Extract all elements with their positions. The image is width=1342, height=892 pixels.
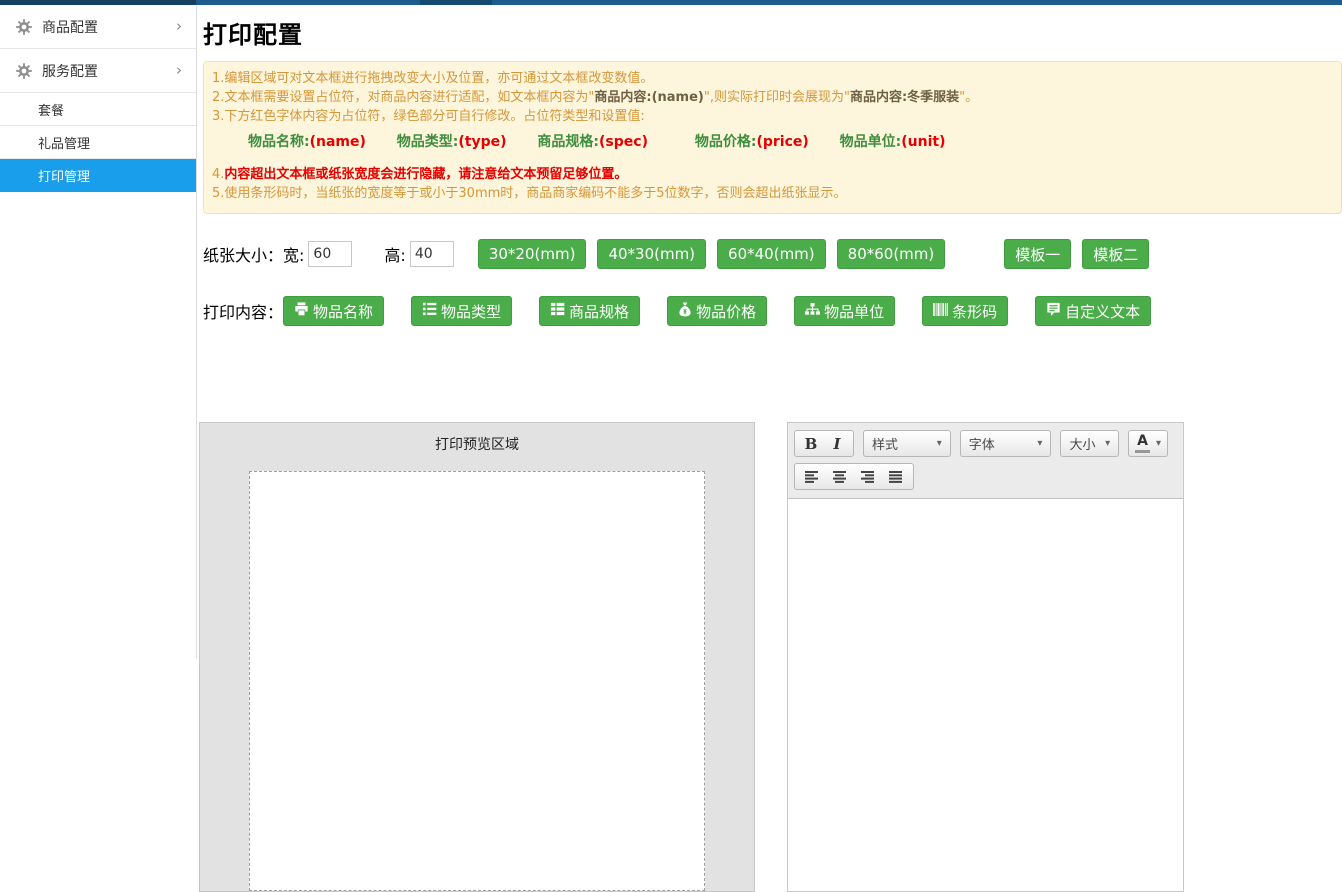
item-type-button[interactable]: 物品类型	[411, 296, 512, 326]
rich-text-editor: B I 样式 ▾ 字体 ▾ 大小 ▾	[787, 422, 1184, 892]
placeholder-list: 物品名称:(name) 物品类型:(type) 商品规格:(spec) 物品价格…	[248, 132, 1331, 153]
gear-icon	[16, 63, 32, 79]
chevron-down-icon: ▾	[1037, 438, 1042, 449]
item-spec-button[interactable]: 商品规格	[539, 296, 640, 326]
placeholder-spec: 商品规格:(spec)	[537, 132, 648, 153]
height-label: 高:	[384, 242, 405, 266]
money-bag-icon	[678, 302, 696, 321]
size-60x40-button[interactable]: 60*40(mm)	[717, 239, 826, 269]
size-40x30-button[interactable]: 40*30(mm)	[597, 239, 706, 269]
placeholder-price: 物品价格:(price)	[695, 132, 809, 153]
notice-line-1: 1.编辑区域可对文本框进行拖拽改变大小及位置，亦可通过文本框改变数值。	[212, 69, 1331, 88]
size-30x20-button[interactable]: 30*20(mm)	[478, 239, 587, 269]
sidebar-item-service-config[interactable]: 服务配置 ›	[0, 49, 196, 93]
page-title: 打印配置	[203, 15, 1342, 50]
align-center-button[interactable]	[826, 471, 854, 483]
bold-button[interactable]: B	[798, 435, 824, 453]
notice-line-4: 4.内容超出文本框或纸张宽度会进行隐藏，请注意给文本预留足够位置。	[212, 165, 1331, 184]
bottom-section: 打印预览区域 B I 样式 ▾ 字体 ▾	[199, 422, 1184, 892]
chevron-down-icon: ▾	[937, 438, 942, 449]
italic-button[interactable]: I	[824, 435, 850, 453]
sidebar-item-label: 打印管理	[38, 166, 90, 185]
align-justify-button[interactable]	[882, 471, 910, 483]
font-size-dropdown[interactable]: 大小 ▾	[1060, 430, 1119, 457]
alignment-button-group	[794, 463, 914, 490]
main-content: 打印配置 1.编辑区域可对文本框进行拖拽改变大小及位置，亦可通过文本框改变数值。…	[197, 5, 1342, 659]
preview-title: 打印预览区域	[200, 434, 754, 454]
sidebar-item-gift-management[interactable]: 礼品管理	[0, 126, 196, 159]
barcode-icon	[933, 302, 952, 320]
sitemap-icon	[805, 302, 824, 320]
format-button-group: B I	[794, 430, 854, 457]
chevron-down-icon: ▾	[1105, 438, 1110, 449]
paper-size-label: 纸张大小：	[203, 242, 283, 266]
notice-line-2: 2.文本框需要设置占位符，对商品内容进行适配，如文本框内容为"商品内容:(nam…	[212, 88, 1331, 107]
style-dropdown[interactable]: 样式 ▾	[863, 430, 951, 457]
placeholder-type: 物品类型:(type)	[397, 132, 507, 153]
item-price-button[interactable]: 物品价格	[667, 296, 767, 326]
custom-text-button[interactable]: 自定义文本	[1035, 296, 1151, 326]
sidebar-item-label: 礼品管理	[38, 133, 90, 152]
align-right-button[interactable]	[854, 471, 882, 483]
toolbar-row-2	[794, 463, 1177, 490]
chevron-down-icon: ▾	[1156, 438, 1161, 449]
print-content-row: 打印内容： 物品名称 物品类型 商品规格 物品价格	[203, 296, 1342, 326]
print-preview-panel: 打印预览区域	[199, 422, 755, 892]
item-unit-button[interactable]: 物品单位	[794, 296, 895, 326]
sidebar-item-product-config[interactable]: 商品配置 ›	[0, 5, 196, 49]
sidebar-item-label: 服务配置	[42, 61, 98, 81]
toolbar-row-1: B I 样式 ▾ 字体 ▾ 大小 ▾	[794, 430, 1177, 457]
font-dropdown[interactable]: 字体 ▾	[960, 430, 1052, 457]
paper-width-input[interactable]	[308, 241, 352, 267]
size-80x60-button[interactable]: 80*60(mm)	[837, 239, 946, 269]
template-2-button[interactable]: 模板二	[1082, 239, 1149, 269]
barcode-button[interactable]: 条形码	[922, 296, 1008, 326]
sidebar: 商品配置 › 服务配置 › 套餐 礼品管理	[0, 5, 197, 659]
text-color-dropdown[interactable]: A ▾	[1128, 430, 1168, 457]
editor-content-area[interactable]	[788, 499, 1183, 891]
align-left-button[interactable]	[798, 471, 826, 483]
sidebar-item-label: 套餐	[38, 100, 64, 119]
sidebar-item-label: 商品配置	[42, 17, 98, 37]
placeholder-unit: 物品单位:(unit)	[840, 132, 946, 153]
notice-line-5: 5.使用条形码时，当纸张的宽度等于或小于30mm时，商品商家编码不能多于5位数字…	[212, 184, 1331, 203]
text-color-icon: A	[1135, 434, 1150, 452]
paper-size-row: 纸张大小： 宽: 高: 30*20(mm) 40*30(mm) 60*40(mm…	[203, 239, 1342, 269]
gear-icon	[16, 19, 32, 35]
note-icon	[1046, 302, 1065, 320]
list-ol-icon	[422, 302, 441, 320]
sidebar-item-package[interactable]: 套餐	[0, 93, 196, 126]
placeholder-name: 物品名称:(name)	[248, 132, 366, 153]
editor-toolbar: B I 样式 ▾ 字体 ▾ 大小 ▾	[788, 423, 1183, 499]
width-label: 宽:	[283, 242, 304, 266]
chevron-right-icon: ›	[176, 63, 182, 78]
th-list-icon	[550, 302, 569, 320]
chevron-right-icon: ›	[176, 19, 182, 34]
notice-panel: 1.编辑区域可对文本框进行拖拽改变大小及位置，亦可通过文本框改变数值。 2.文本…	[203, 61, 1342, 214]
item-name-button[interactable]: 物品名称	[283, 296, 384, 326]
preview-paper-canvas[interactable]	[249, 471, 705, 891]
notice-line-3: 3.下方红色字体内容为占位符，绿色部分可自行修改。占位符类型和设置值:	[212, 107, 1331, 126]
printer-icon	[294, 302, 313, 320]
print-content-label: 打印内容：	[203, 299, 283, 323]
template-1-button[interactable]: 模板一	[1004, 239, 1071, 269]
paper-height-input[interactable]	[410, 241, 454, 267]
sidebar-item-print-management[interactable]: 打印管理	[0, 159, 196, 192]
